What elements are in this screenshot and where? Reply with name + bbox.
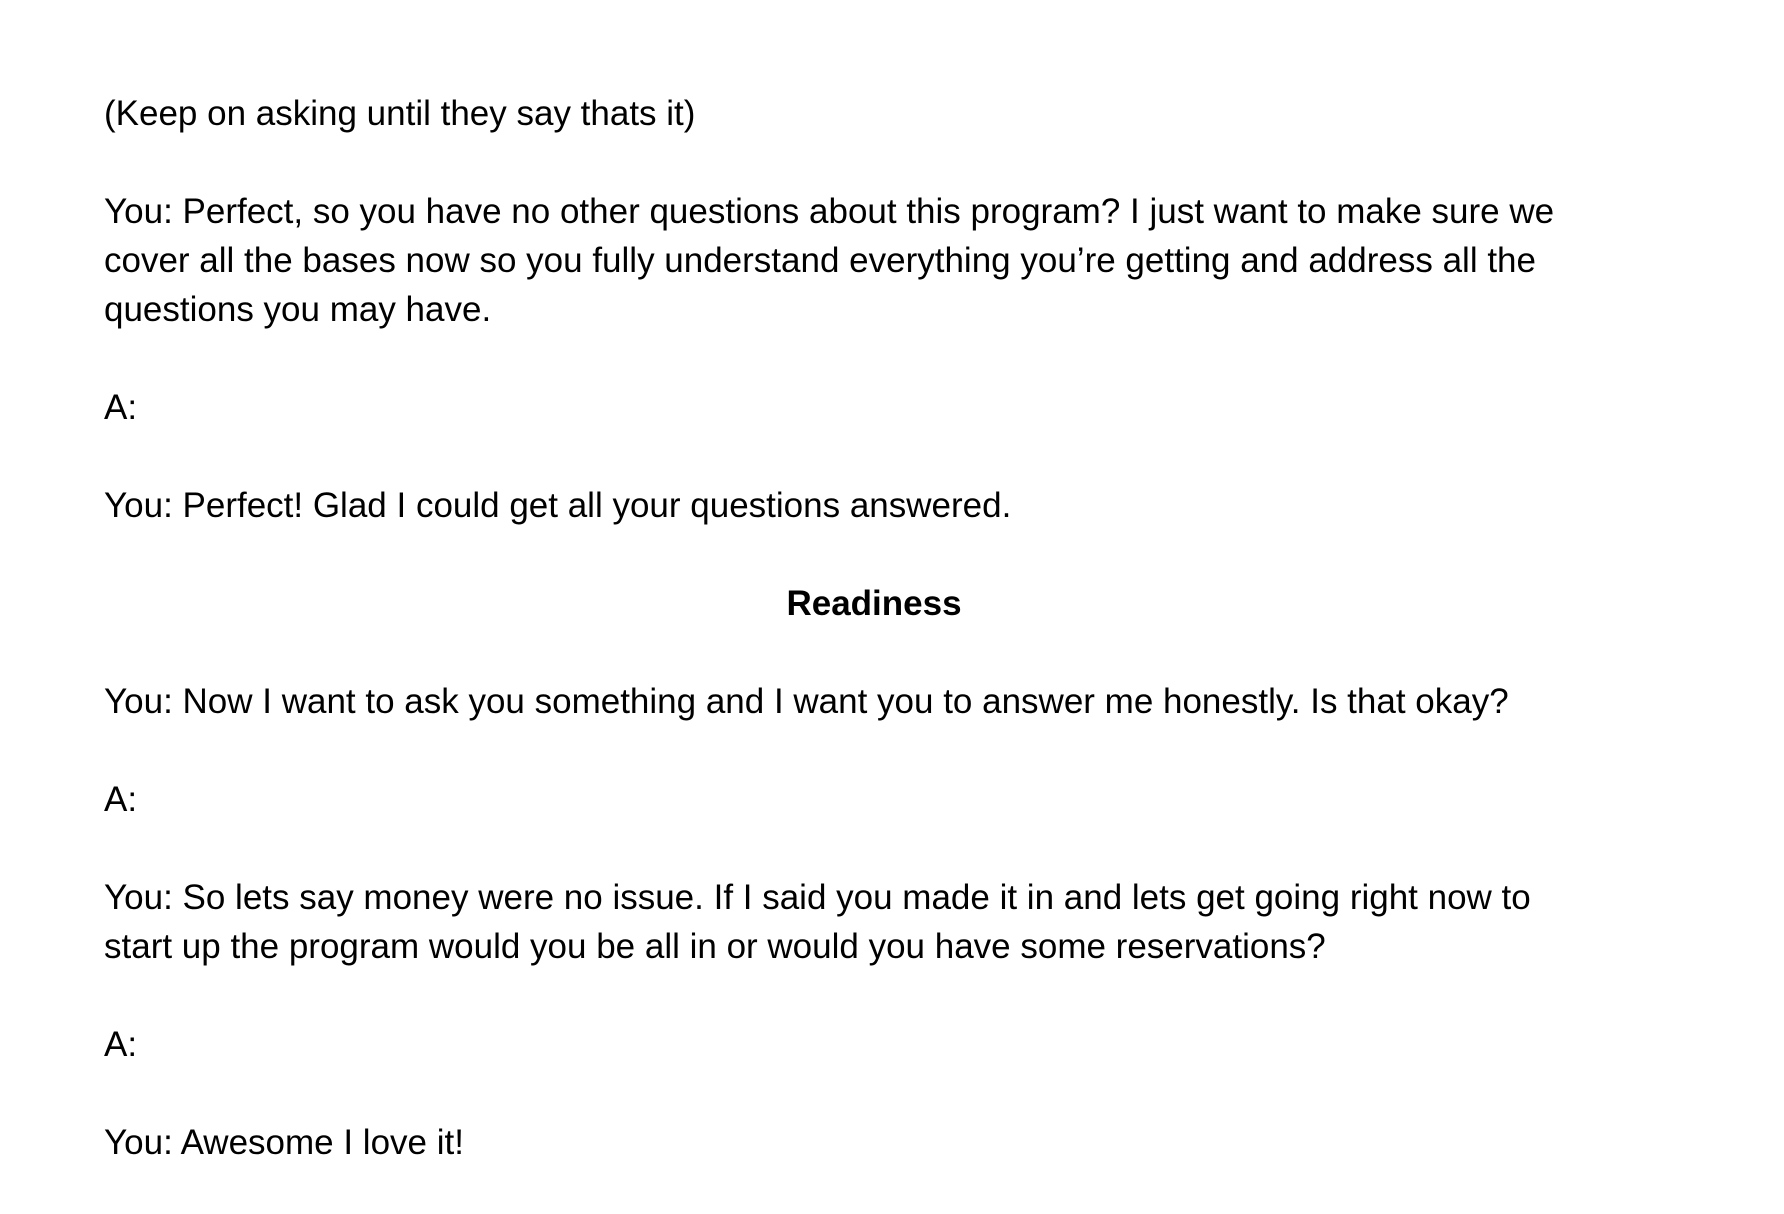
answer-placeholder: A: bbox=[104, 1025, 138, 1064]
dialogue-line: You: Perfect, so you have no other quest… bbox=[104, 192, 1555, 231]
dialogue-line: cover all the bases now so you fully und… bbox=[104, 241, 1536, 280]
dialogue-line: questions you may have. bbox=[104, 290, 492, 329]
dialogue-line: You: Now I want to ask you something and… bbox=[104, 682, 1509, 721]
section-heading: Readiness bbox=[786, 584, 962, 623]
instruction-note: (Keep on asking until they say thats it) bbox=[104, 94, 696, 133]
dialogue-line: You: So lets say money were no issue. If… bbox=[104, 878, 1531, 917]
dialogue-line: You: Awesome I love it! bbox=[104, 1123, 464, 1162]
answer-placeholder: A: bbox=[104, 388, 138, 427]
answer-placeholder: A: bbox=[104, 780, 138, 819]
dialogue-line: You: Perfect! Glad I could get all your … bbox=[104, 486, 1012, 525]
dialogue-line: start up the program would you be all in… bbox=[104, 927, 1326, 966]
